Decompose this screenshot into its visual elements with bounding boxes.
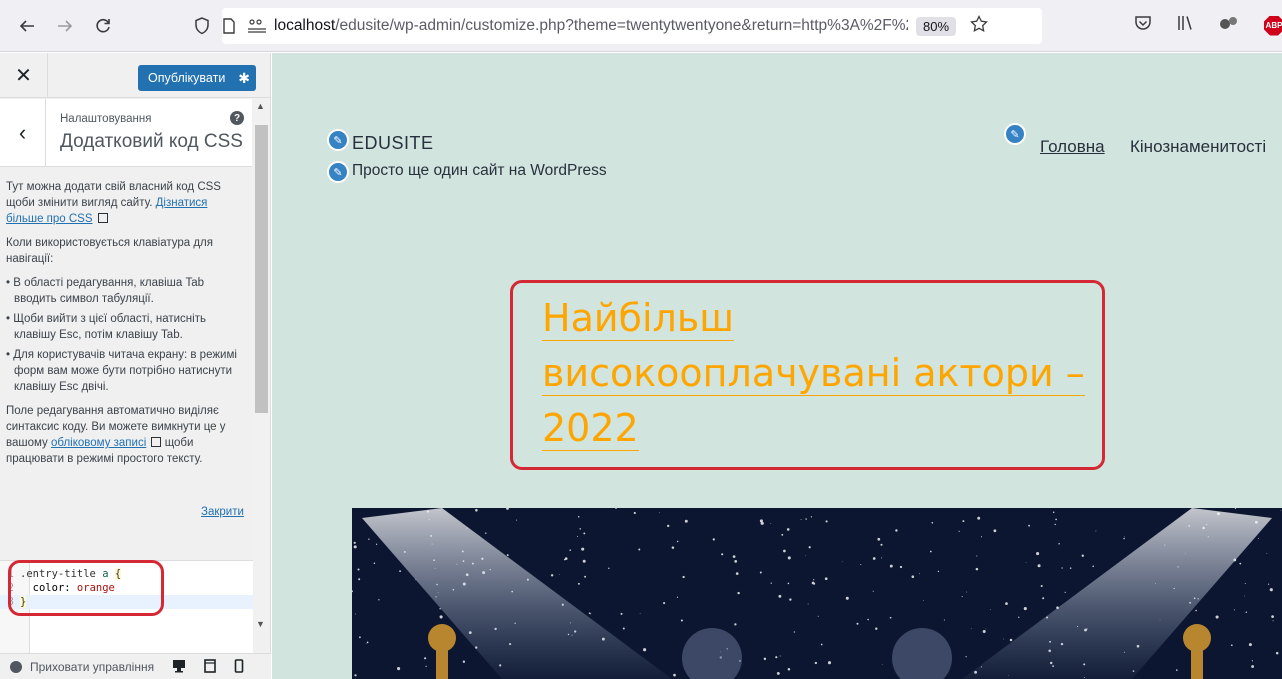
- hide-controls-button[interactable]: Приховати управління: [10, 660, 160, 674]
- syntax-paragraph: Поле редагування автоматично виділяє син…: [6, 403, 246, 467]
- scrollbar-thumb[interactable]: [255, 125, 268, 413]
- nav-item-home[interactable]: Головна: [1040, 137, 1105, 157]
- desktop-icon[interactable]: [172, 659, 186, 676]
- star-icon[interactable]: [970, 15, 988, 37]
- url-bar[interactable]: localhost/edusite/wp-admin/customize.php…: [195, 8, 1042, 44]
- publish-label: Опублікувати: [148, 71, 226, 85]
- scroll-down-icon[interactable]: ▼: [256, 619, 265, 629]
- customizer-header: ✕ Опублікувати ✱: [0, 52, 270, 98]
- section-header: ‹ Налаштовування Додатковий код CSS ?: [0, 99, 252, 167]
- back-arrow-icon[interactable]: [10, 9, 44, 43]
- section-description: Тут можна додати свій власний код CSS що…: [6, 179, 246, 475]
- keyboard-tip: • В області редагування, клавіша Tab вво…: [6, 277, 204, 305]
- nav-item-celebrities[interactable]: Кінознаменитості: [1130, 137, 1266, 157]
- help-icon[interactable]: ?: [230, 111, 244, 125]
- breadcrumb: Налаштовування: [60, 113, 152, 125]
- keyboard-tip: • Для користувачів читача екрану: в режи…: [6, 349, 237, 393]
- url-path: /edusite/wp-admin/customize.php?theme=tw…: [335, 17, 908, 34]
- site-title[interactable]: EDUSITE: [352, 133, 434, 154]
- extensions-icon[interactable]: [1218, 14, 1240, 37]
- reload-icon[interactable]: [86, 9, 120, 43]
- pocket-icon[interactable]: [1134, 14, 1152, 37]
- pencil-icon[interactable]: ✎: [1004, 123, 1026, 145]
- sidebar-scrollbar[interactable]: ▲ ▼: [253, 99, 270, 631]
- publish-button[interactable]: Опублікувати ✱: [138, 65, 256, 91]
- customizer-sidebar: ✕ Опублікувати ✱ ‹ Налаштовування Додатк…: [0, 52, 271, 679]
- collapse-icon: [10, 660, 22, 673]
- keyboard-intro: Коли використовується клавіатура для нав…: [6, 237, 213, 265]
- post-title-line[interactable]: Найбільш: [542, 296, 735, 341]
- external-link-icon: [151, 437, 162, 447]
- section-title: Додатковий код CSS: [60, 131, 243, 152]
- pencil-icon[interactable]: ✎: [327, 129, 349, 151]
- keyboard-tip: • Щоби вийти з цієї області, натисніть к…: [6, 313, 206, 341]
- device-preview-buttons: [172, 659, 244, 676]
- hide-controls-label: Приховати управління: [30, 659, 155, 674]
- profile-link[interactable]: обліковому записі: [51, 437, 146, 449]
- tablet-icon[interactable]: [204, 659, 216, 676]
- customizer-footer: Приховати управління: [0, 653, 271, 679]
- library-icon[interactable]: [1176, 14, 1194, 37]
- close-icon[interactable]: ✕: [0, 52, 48, 98]
- url-text[interactable]: localhost/edusite/wp-admin/customize.php…: [274, 17, 908, 35]
- permissions-icon[interactable]: [248, 19, 266, 33]
- keyboard-tips-list: • В області редагування, клавіша Tab вво…: [6, 275, 246, 395]
- browser-toolbar: localhost/edusite/wp-admin/customize.php…: [0, 0, 1282, 52]
- page-icon[interactable]: [222, 18, 236, 34]
- annotation-highlight: [8, 560, 164, 616]
- post-title[interactable]: Найбільш високооплачувані актори – 2022: [542, 291, 1102, 456]
- intro-paragraph: Тут можна додати свій власний код CSS що…: [6, 179, 246, 227]
- pencil-icon[interactable]: ✎: [327, 161, 349, 183]
- post-title-line[interactable]: високооплачувані актори –: [542, 351, 1085, 396]
- featured-image-art: [352, 508, 1282, 679]
- mobile-icon[interactable]: [234, 659, 244, 676]
- gear-icon[interactable]: ✱: [238, 70, 250, 87]
- external-link-icon: [97, 213, 108, 223]
- post-title-line[interactable]: 2022: [542, 406, 639, 451]
- site-tagline: Просто ще один сайт на WordPress: [352, 162, 607, 179]
- featured-image: [352, 508, 1282, 679]
- url-host: localhost: [274, 17, 336, 34]
- shield-icon[interactable]: [194, 17, 210, 35]
- close-description-link[interactable]: Закрити: [201, 506, 244, 518]
- adblock-icon[interactable]: ABP: [1264, 15, 1282, 36]
- browser-tools: ABP: [1134, 14, 1282, 37]
- zoom-level-badge[interactable]: 80%: [916, 16, 957, 36]
- forward-arrow-icon[interactable]: [48, 9, 82, 43]
- scroll-up-icon[interactable]: ▲: [256, 101, 265, 111]
- back-chevron-icon[interactable]: ‹: [0, 99, 46, 167]
- site-preview: ✎ EDUSITE ✎ Просто ще один сайт на WordP…: [272, 53, 1282, 679]
